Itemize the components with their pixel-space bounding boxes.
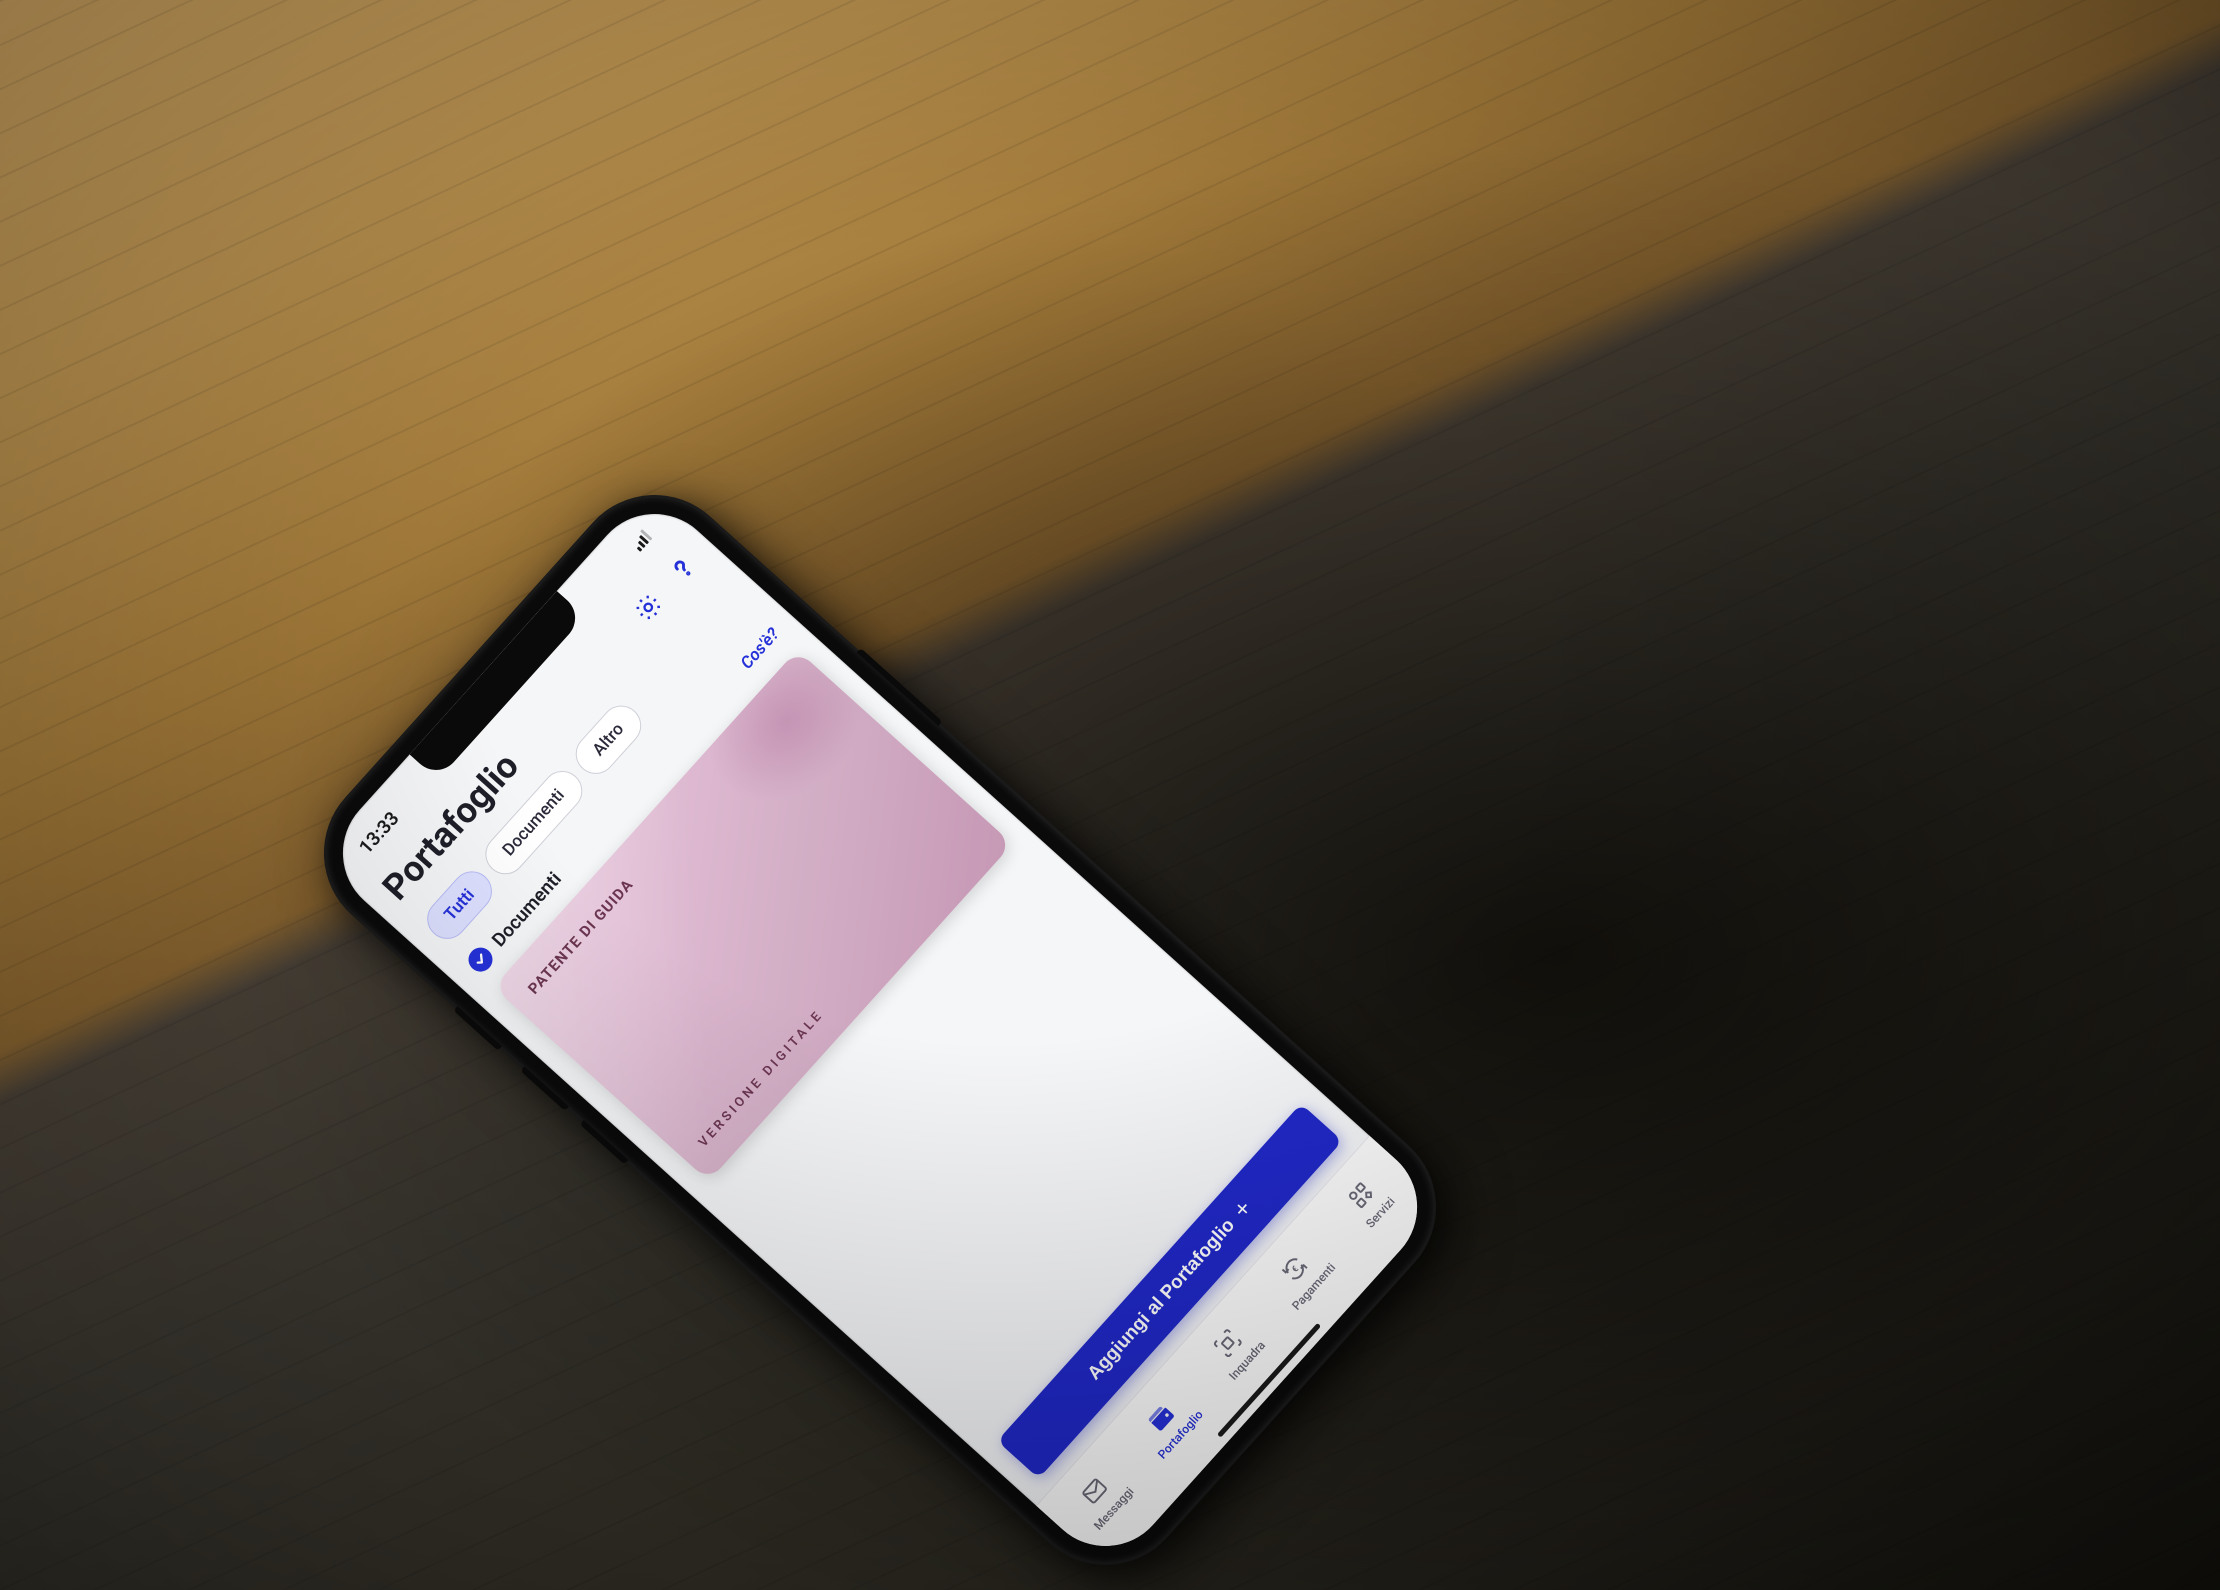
gear-icon: [628, 588, 668, 628]
help-button[interactable]: [660, 546, 705, 591]
verified-badge-icon: [464, 943, 498, 977]
card-version-label: VERSIONE DIGITALE: [696, 836, 981, 1151]
signal-icon: [630, 529, 652, 552]
svg-text:€: €: [1290, 1265, 1301, 1275]
question-icon: [663, 549, 703, 589]
settings-button[interactable]: [626, 585, 671, 630]
plus-icon: +: [1229, 1196, 1256, 1222]
